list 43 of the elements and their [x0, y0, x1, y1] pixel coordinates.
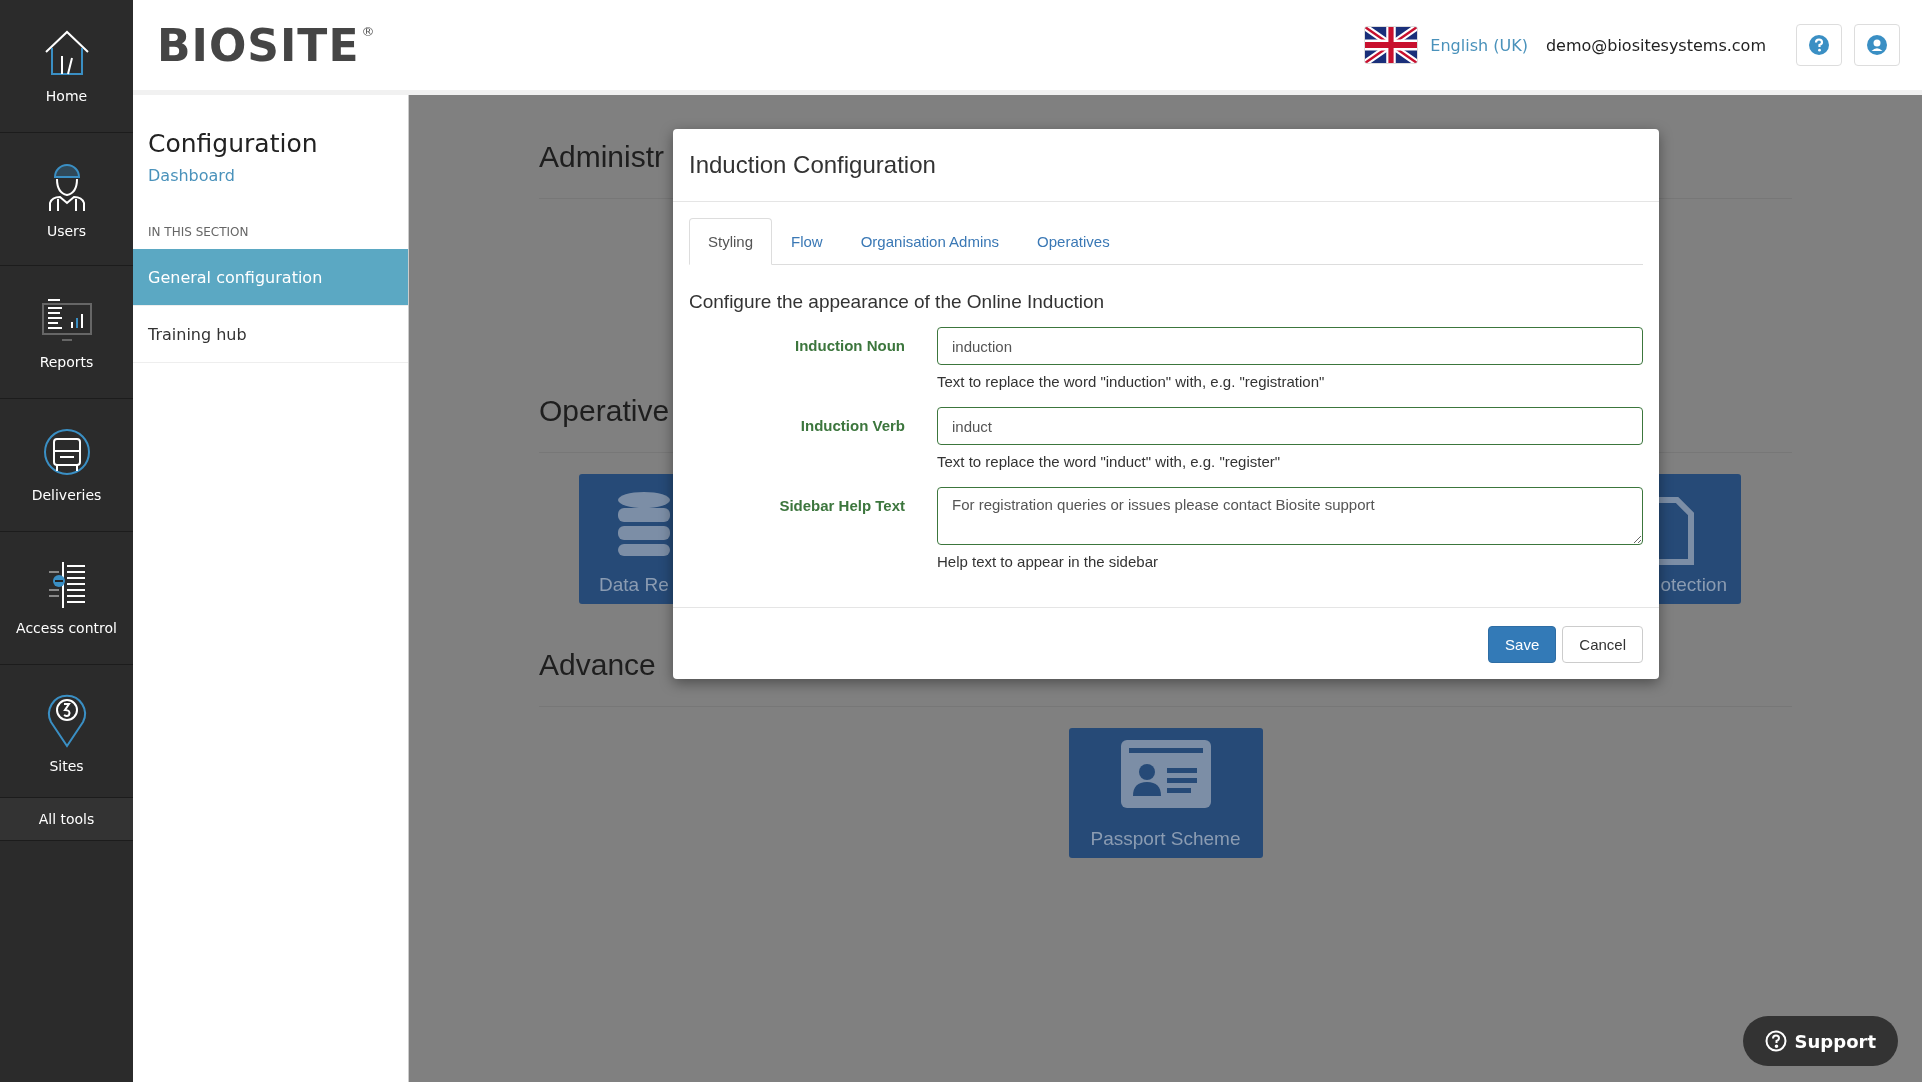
input-field[interactable]: For registration queries or issues please contact Biosite support — [937, 487, 1643, 545]
tab[interactable]: Flow — [772, 218, 842, 265]
help-icon — [1809, 35, 1829, 55]
save-button[interactable]: Save — [1488, 626, 1557, 663]
help-text: Help text to appear in the sidebar — [937, 553, 1159, 570]
nav-label: Sites — [49, 758, 84, 774]
help-icon — [1764, 1030, 1787, 1052]
input-field[interactable]: induct — [937, 407, 1643, 445]
nav-label: Reports — [39, 354, 94, 370]
tab[interactable]: Organisation Admins — [841, 218, 1019, 265]
flag-icon[interactable] — [1364, 26, 1419, 64]
field-label: Induction Verb — [799, 416, 905, 436]
user-icon — [1867, 35, 1887, 55]
input-field[interactable]: induction — [937, 327, 1643, 365]
cancel-button[interactable]: Cancel — [1562, 626, 1643, 663]
section-heading: Advance — [539, 647, 656, 682]
truck-icon — [41, 427, 92, 477]
logo: BIOSITE — [157, 19, 360, 71]
section-menu-item[interactable]: Training hub — [133, 306, 408, 363]
nav-label: All tools — [38, 811, 95, 827]
modal-title: Induction Configuration — [689, 151, 937, 179]
user-email: demo@biositesystems.com — [1545, 35, 1766, 55]
nav-label: Users — [46, 223, 87, 239]
help-button[interactable] — [1796, 24, 1842, 66]
section-title: Configuration — [148, 129, 319, 158]
help-text: Text to replace the word "induction" with, e.g. "registration" — [937, 373, 1326, 390]
section-heading: Operative — [539, 393, 670, 428]
field-label: Induction Noun — [794, 336, 905, 356]
registered-mark: ® — [361, 24, 375, 39]
section-heading: Administr — [539, 139, 665, 174]
form-heading: Configure the appearance of the Online Induction — [689, 291, 1106, 313]
nav-label: Home — [45, 88, 88, 104]
account-button[interactable] — [1854, 24, 1900, 66]
help-text: Text to replace the word "induct" with, e.g. "register" — [937, 453, 1282, 470]
support-button[interactable]: Support — [1742, 1016, 1898, 1066]
nav-label: Deliveries — [31, 487, 102, 503]
id-card-icon — [1120, 740, 1211, 808]
database-icon — [618, 492, 670, 556]
tab[interactable]: Styling — [689, 218, 773, 265]
tab[interactable]: Operatives — [1018, 218, 1129, 265]
field-label: Sidebar Help Text — [778, 496, 905, 516]
section-label: IN THIS SECTION — [148, 225, 250, 239]
nav-label: Access control — [16, 620, 117, 636]
